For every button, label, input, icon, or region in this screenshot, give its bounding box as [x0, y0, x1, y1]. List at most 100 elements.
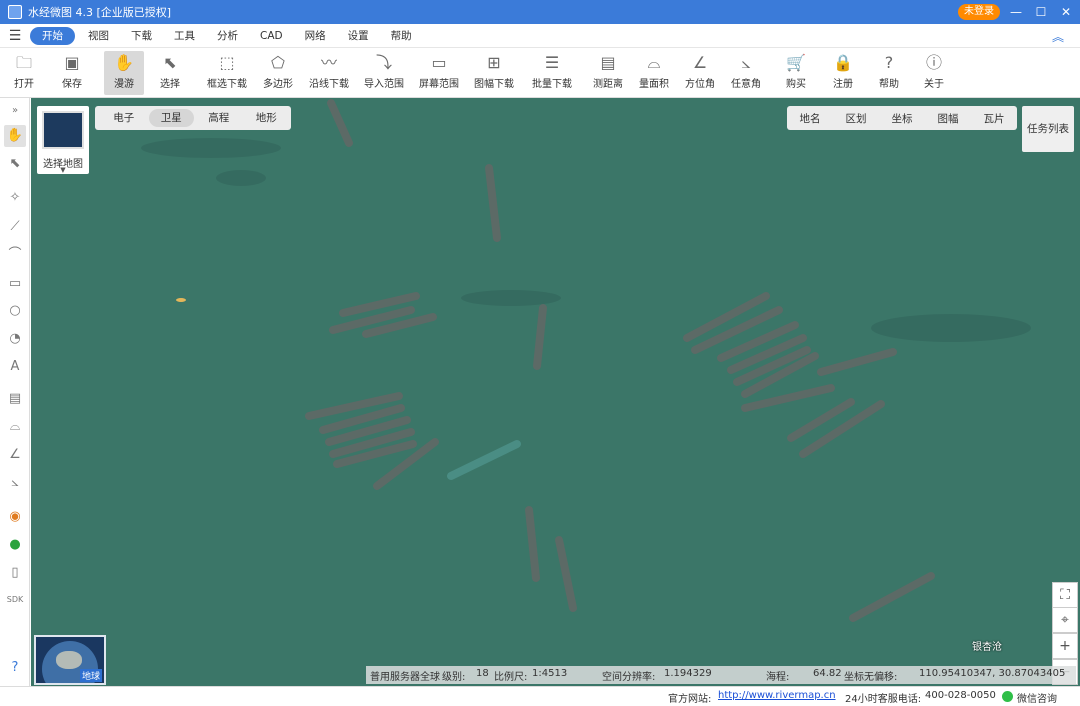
mobile-icon[interactable]: ▯: [4, 562, 26, 584]
draw-polygon-icon[interactable]: ✧: [4, 187, 26, 209]
cart-icon: 🛒: [786, 53, 806, 72]
satellite-imagery: [31, 98, 1080, 686]
tab-satellite[interactable]: 卫星: [148, 109, 194, 127]
angle-tool-icon[interactable]: ⦣: [4, 472, 26, 494]
tab-terrain[interactable]: 地形: [244, 109, 290, 127]
rect-download-icon: ⬚: [219, 53, 235, 72]
draw-line-icon[interactable]: ⟋: [4, 216, 26, 238]
scale-value: 1:4513: [532, 668, 568, 679]
zoom-in-button[interactable]: +: [1052, 633, 1078, 659]
menu-view[interactable]: 视图: [79, 27, 118, 45]
task-list-button[interactable]: 任务列表: [1022, 106, 1074, 152]
pan-button[interactable]: ✋ 漫游: [104, 51, 144, 95]
scale-label: 比例尺:: [494, 672, 528, 683]
area-icon: ⌓: [647, 53, 661, 72]
menu-bar: ☰ 开始 视图 下载 工具 分析 CAD 网络 设置 帮助 ︽: [0, 24, 1080, 48]
overlay-tabs: 地名 区划 坐标 图幅 瓦片: [787, 106, 1017, 130]
map-view[interactable]: 选择地图 ▼ 电子 卫星 高程 地形 地名 区划 坐标 图幅 瓦片 任务列表 ⛶…: [31, 98, 1080, 686]
tab-tiles[interactable]: 瓦片: [971, 111, 1017, 126]
import-range-icon: ⤵: [375, 53, 392, 72]
sheet-download-icon: ⊞: [487, 53, 501, 72]
site-link[interactable]: http://www.rivermap.cn: [718, 690, 836, 701]
menu-analysis[interactable]: 分析: [208, 27, 247, 45]
menu-start[interactable]: 开始: [30, 26, 75, 45]
sheet-download-button[interactable]: ⊞ 图幅下载: [470, 51, 518, 95]
azimuth-button[interactable]: ∠ 方位角: [680, 51, 720, 95]
pan-hand-icon[interactable]: ✋: [4, 125, 26, 147]
import-range-button[interactable]: ⤵ 导入范围: [360, 51, 408, 95]
tab-electronic[interactable]: 电子: [101, 109, 147, 127]
line-download-icon: 〰: [320, 53, 337, 72]
hand-icon: ✋: [114, 53, 134, 72]
close-button[interactable]: ✕: [1055, 2, 1077, 22]
collapse-ribbon-icon[interactable]: ︽: [1052, 28, 1064, 45]
map-layer-picker[interactable]: 选择地图 ▼: [37, 106, 89, 174]
server-name: 普用服务器全球: [370, 672, 440, 683]
footer-bar: 官方网站: http://www.rivermap.cn 24小时客服电话: 4…: [0, 686, 1080, 706]
menu-settings[interactable]: 设置: [339, 27, 378, 45]
level-label: 级别:: [442, 672, 466, 683]
select-button[interactable]: ⬉ 选择: [152, 51, 188, 95]
help-button[interactable]: ? 帮助: [871, 51, 907, 95]
add-text-icon[interactable]: A: [4, 356, 26, 378]
open-button[interactable]: 🗀 打开: [6, 51, 42, 95]
screen-range-button[interactable]: ▭ 屏幕范围: [415, 51, 463, 95]
select-arrow-icon[interactable]: ⬉: [4, 153, 26, 175]
sdk-icon[interactable]: SDK: [4, 589, 26, 611]
tab-coordinates[interactable]: 坐标: [879, 111, 925, 126]
azimuth-tool-icon[interactable]: ∠: [4, 444, 26, 466]
about-button[interactable]: ⓘ 关于: [916, 51, 952, 95]
menu-tools[interactable]: 工具: [165, 27, 204, 45]
resolution-label: 空间分辨率:: [602, 672, 656, 683]
rect-download-button[interactable]: ⬚ 框选下载: [203, 51, 251, 95]
save-button[interactable]: ▣ 保存: [54, 51, 90, 95]
tab-sheets[interactable]: 图幅: [925, 111, 971, 126]
menu-network[interactable]: 网络: [296, 27, 335, 45]
locate-icon[interactable]: ⌖: [1052, 607, 1078, 633]
draw-area-icon[interactable]: ⌒: [4, 244, 26, 266]
minimize-button[interactable]: —: [1005, 2, 1027, 22]
chevron-down-icon: ▼: [60, 166, 66, 174]
register-button[interactable]: 🔒 注册: [825, 51, 861, 95]
app-logo-icon: [8, 5, 22, 19]
measure-ruler-icon[interactable]: ▤: [4, 388, 26, 410]
draw-sector-icon[interactable]: ◔: [4, 328, 26, 350]
window-title: 水经微图 4.3 [企业版已授权]: [28, 6, 172, 19]
batch-download-button[interactable]: ☰ 批量下载: [528, 51, 576, 95]
wechat-icon: [1002, 691, 1013, 702]
draw-rectangle-icon[interactable]: ▭: [4, 273, 26, 295]
menu-cad[interactable]: CAD: [251, 27, 292, 45]
hamburger-menu-icon[interactable]: ☰: [0, 28, 30, 44]
hotline-label: 24小时客服电话:: [845, 694, 922, 705]
measure-area-icon[interactable]: ⌓: [4, 416, 26, 438]
ruler-icon: ▤: [600, 53, 616, 72]
login-button[interactable]: 未登录: [958, 4, 1000, 20]
tab-place-names[interactable]: 地名: [787, 111, 833, 126]
maximize-button[interactable]: ☐: [1030, 2, 1052, 22]
tab-elevation[interactable]: 高程: [196, 109, 242, 127]
draw-circle-icon[interactable]: ○: [4, 300, 26, 322]
tab-divisions[interactable]: 区划: [833, 111, 879, 126]
polygon-button[interactable]: ⬠ 多边形: [258, 51, 298, 95]
wechat-consult-link[interactable]: 微信咨询: [1017, 690, 1057, 705]
resolution-value: 1.194329: [664, 668, 712, 679]
measure-distance-button[interactable]: ▤ 测距离: [588, 51, 628, 95]
expand-sidebar-icon[interactable]: »: [4, 100, 26, 122]
site-label: 官方网站:: [668, 694, 712, 705]
layer-thumbnail: [42, 111, 84, 149]
angle-icon: ⦣: [741, 53, 751, 72]
any-angle-button[interactable]: ⦣ 任意角: [726, 51, 766, 95]
help-icon: ?: [884, 53, 894, 72]
layer-app-icon[interactable]: ◉: [4, 506, 26, 528]
measure-area-button[interactable]: ⌓ 量面积: [634, 51, 674, 95]
coord-label: 坐标无偏移:: [844, 672, 898, 683]
green-app-icon[interactable]: ●: [4, 534, 26, 556]
buy-button[interactable]: 🛒 购买: [778, 51, 814, 95]
fullscreen-icon[interactable]: ⛶: [1052, 582, 1078, 608]
globe-land-shape: [56, 651, 82, 669]
line-download-button[interactable]: 〰沿线下载: [305, 51, 353, 95]
menu-help[interactable]: 帮助: [382, 27, 421, 45]
menu-download[interactable]: 下载: [122, 27, 161, 45]
globe-view-button[interactable]: 地球: [34, 635, 106, 685]
help-circle-icon[interactable]: ?: [4, 657, 26, 679]
